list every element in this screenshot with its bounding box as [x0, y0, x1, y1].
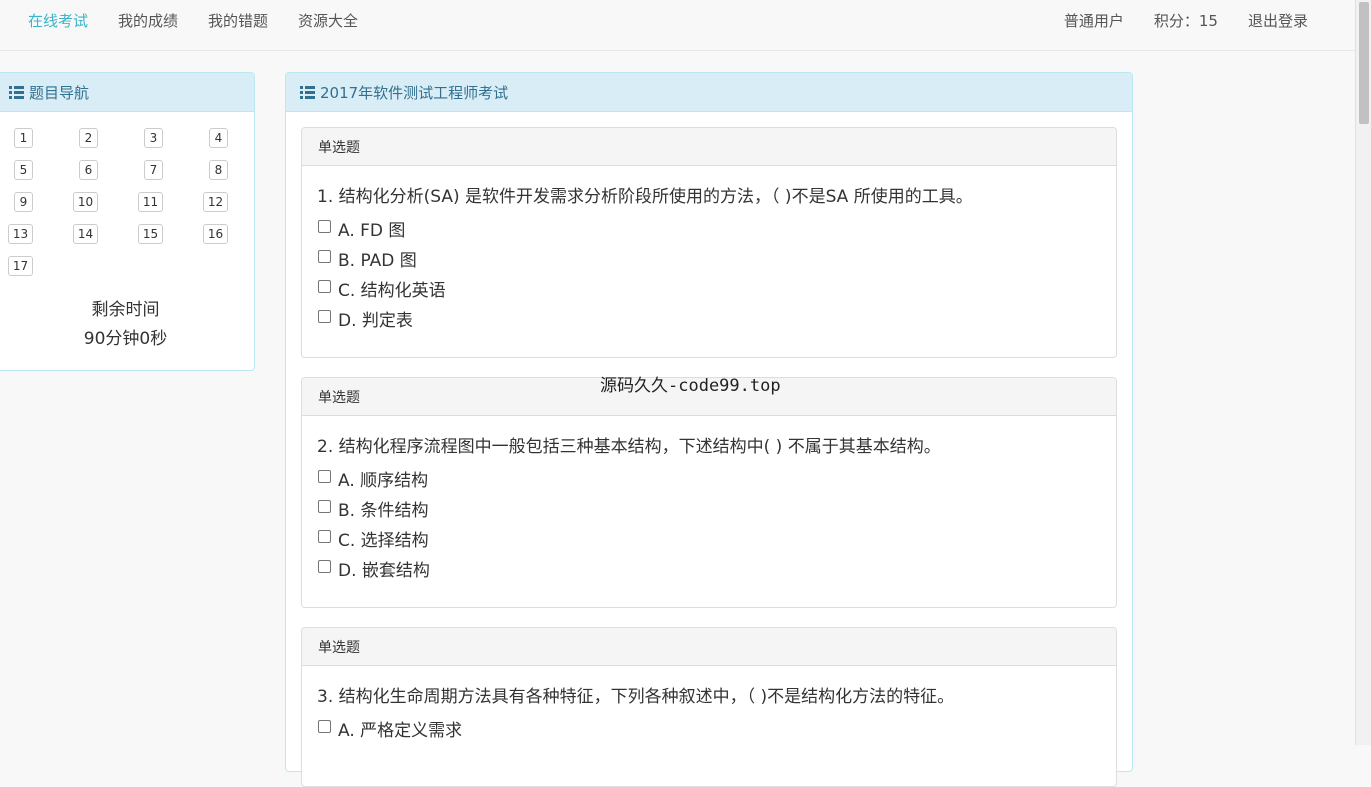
list-icon	[9, 85, 24, 99]
checkbox[interactable]	[318, 529, 331, 543]
option-label: A. 严格定义需求	[338, 720, 463, 741]
option-label: C. 结构化英语	[338, 280, 446, 301]
top-navbar: 在线考试 我的成绩 我的错题 资源大全 普通用户 积分：15 退出登录	[0, 0, 1355, 51]
question-nav-button-12[interactable]: 12	[203, 192, 228, 212]
option-label: A. FD 图	[338, 220, 406, 241]
question-nav-button-3[interactable]: 3	[144, 128, 163, 148]
question-card-3: 单选题 3. 结构化生命周期方法具有各种特征，下列各种叙述中，（ )不是结构化方…	[301, 627, 1117, 787]
user-role-link[interactable]: 普通用户	[1049, 10, 1139, 31]
question-nav-button-6[interactable]: 6	[79, 160, 98, 180]
question-nav-button-15[interactable]: 15	[138, 224, 163, 244]
question-nav-button-8[interactable]: 8	[209, 160, 228, 180]
question-type: 单选题	[302, 128, 1116, 166]
question-nav-button-2[interactable]: 2	[79, 128, 98, 148]
question-nav-button-9[interactable]: 9	[14, 192, 33, 212]
logout-link[interactable]: 退出登录	[1233, 10, 1323, 31]
question-nav-panel: 题目导航 1 2 3 4 5 6 7 8 9 10 11 12 13 14 15 16 17 剩余时间 90分钟…	[0, 72, 255, 371]
nav-link-resources[interactable]: 资源大全	[283, 10, 373, 31]
question-nav-button-11[interactable]: 11	[138, 192, 163, 212]
scrollbar-thumb[interactable]	[1359, 2, 1369, 124]
question-nav-button-7[interactable]: 7	[144, 160, 163, 180]
option-2a[interactable]: A. 顺序结构	[318, 463, 1116, 493]
option-2c[interactable]: C. 选择结构	[318, 523, 1116, 553]
question-nav-button-1[interactable]: 1	[14, 128, 33, 148]
option-label: B. PAD 图	[338, 250, 417, 271]
question-text: 1. 结构化分析(SA) 是软件开发需求分析阶段所使用的方法，（ )不是SA 所…	[317, 187, 973, 207]
checkbox[interactable]	[318, 719, 331, 733]
checkbox[interactable]	[318, 499, 331, 513]
nav-right-links: 普通用户 积分：15 退出登录	[1049, 0, 1323, 40]
question-nav-button-16[interactable]: 16	[203, 224, 228, 244]
checkbox[interactable]	[318, 219, 331, 233]
option-2d[interactable]: D. 嵌套结构	[318, 553, 1116, 583]
question-nav-button-10[interactable]: 10	[73, 192, 98, 212]
question-nav-button-13[interactable]: 13	[8, 224, 33, 244]
question-nav-button-14[interactable]: 14	[73, 224, 98, 244]
checkbox[interactable]	[318, 469, 331, 483]
remaining-time-value: 90分钟0秒	[83, 329, 168, 349]
question-text: 2. 结构化程序流程图中一般包括三种基本结构，下述结构中( ) 不属于其基本结构…	[317, 437, 941, 457]
option-label: D. 判定表	[338, 310, 413, 331]
watermark-cn: 源码久久	[600, 376, 668, 396]
nav-link-online-exam[interactable]: 在线考试	[13, 10, 103, 31]
option-1d[interactable]: D. 判定表	[318, 303, 1116, 333]
option-label: A. 顺序结构	[338, 470, 429, 491]
nav-link-my-scores[interactable]: 我的成绩	[103, 10, 193, 31]
question-nav-title: 题目导航	[29, 83, 90, 102]
checkbox[interactable]	[318, 279, 331, 293]
option-1b[interactable]: B. PAD 图	[318, 243, 1116, 273]
option-label: D. 嵌套结构	[338, 560, 430, 581]
nav-left-links: 在线考试 我的成绩 我的错题 资源大全	[13, 0, 373, 40]
option-1c[interactable]: C. 结构化英语	[318, 273, 1116, 303]
question-nav-button-4[interactable]: 4	[209, 128, 228, 148]
points-link[interactable]: 积分：15	[1139, 10, 1233, 31]
exam-title: 2017年软件测试工程师考试	[320, 83, 509, 102]
option-label: C. 选择结构	[338, 530, 429, 551]
question-nav-heading: 题目导航	[0, 73, 254, 112]
checkbox[interactable]	[318, 559, 331, 573]
question-text: 3. 结构化生命周期方法具有各种特征，下列各种叙述中，（ )不是结构化方法的特征…	[317, 687, 955, 707]
question-type: 单选题	[302, 628, 1116, 666]
exam-panel: 2017年软件测试工程师考试 单选题 1. 结构化分析(SA) 是软件开发需求分…	[285, 72, 1133, 787]
option-label: B. 条件结构	[338, 500, 429, 521]
nav-link-my-mistakes[interactable]: 我的错题	[193, 10, 283, 31]
checkbox[interactable]	[318, 309, 331, 323]
question-nav-button-5[interactable]: 5	[14, 160, 33, 180]
watermark: 源码久久-code99.top	[600, 371, 781, 396]
question-card-2: 单选题 2. 结构化程序流程图中一般包括三种基本结构，下述结构中( ) 不属于其…	[301, 377, 1117, 608]
question-nav-button-17[interactable]: 17	[8, 256, 33, 276]
option-2b[interactable]: B. 条件结构	[318, 493, 1116, 523]
checkbox[interactable]	[318, 249, 331, 263]
watermark-en: -code99.top	[668, 376, 781, 396]
remaining-time-label: 剩余时间	[91, 300, 160, 320]
exam-heading: 2017年软件测试工程师考试	[286, 73, 1132, 112]
page-scrollbar[interactable]	[1355, 0, 1371, 745]
list-icon	[300, 85, 315, 99]
option-3a[interactable]: A. 严格定义需求	[318, 713, 1116, 743]
question-card-1: 单选题 1. 结构化分析(SA) 是软件开发需求分析阶段所使用的方法，（ )不是…	[301, 127, 1117, 358]
option-1a[interactable]: A. FD 图	[318, 213, 1116, 243]
